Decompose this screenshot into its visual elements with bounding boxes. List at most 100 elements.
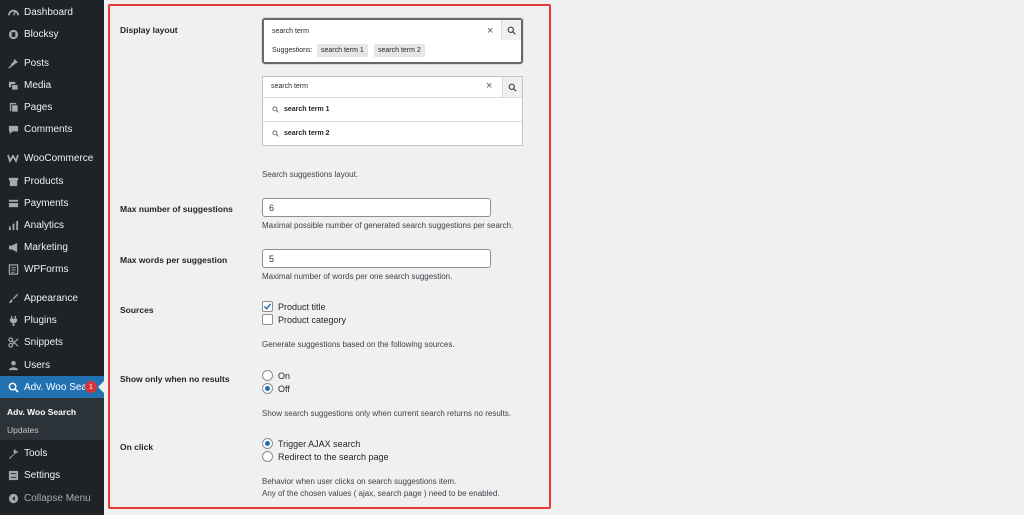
suggestion-text: search term 2 xyxy=(284,130,330,137)
products-icon xyxy=(6,174,20,188)
no-results-off-radio[interactable]: Off xyxy=(262,383,290,394)
snippets-icon xyxy=(6,335,20,349)
sidebar-item-label: Media xyxy=(24,79,52,91)
search-icon xyxy=(508,83,517,92)
collapse-menu-button[interactable]: Collapse Menu xyxy=(0,487,104,509)
search-icon xyxy=(6,380,20,394)
sidebar-item-media[interactable]: Media xyxy=(0,74,104,96)
max-suggestions-label: Max number of suggestions xyxy=(120,204,233,214)
sidebar-item-label: Appearance xyxy=(24,292,78,304)
sidebar-item-snippets[interactable]: Snippets xyxy=(0,331,104,353)
radio-selected[interactable] xyxy=(262,383,273,394)
search-icon xyxy=(507,26,516,35)
layout-option-dropdown-list[interactable]: search term × search term 1 search term … xyxy=(262,76,523,146)
sidebar-item-label: Analytics xyxy=(24,219,65,231)
suggestion-list-item: search term 2 xyxy=(263,121,522,145)
sidebar-item-posts[interactable]: Posts xyxy=(0,52,104,74)
max-suggestions-input[interactable] xyxy=(262,198,491,217)
sidebar-item-label: Tools xyxy=(24,447,48,459)
sidebar-item-plugins[interactable]: Plugins xyxy=(0,309,104,331)
suggestion-list-item: search term 1 xyxy=(263,97,522,121)
on-click-description-line1: Behavior when user clicks on search sugg… xyxy=(262,477,457,486)
sidebar-item-appearance[interactable]: Appearance xyxy=(0,287,104,309)
on-click-label: On click xyxy=(120,442,154,452)
plugin-icon xyxy=(6,313,20,327)
radio-unselected[interactable] xyxy=(262,370,273,381)
sidebar-item-label: Collapse Menu xyxy=(24,492,91,504)
sources-label: Sources xyxy=(120,305,154,315)
sidebar-item-products[interactable]: Products xyxy=(0,170,104,192)
sidebar-item-label: Users xyxy=(24,359,51,371)
media-icon xyxy=(6,78,20,92)
megaphone-icon xyxy=(6,240,20,254)
on-click-ajax-radio[interactable]: Trigger AJAX search xyxy=(262,438,360,449)
settings-icon xyxy=(6,468,20,482)
pages-icon xyxy=(6,100,20,114)
preview-search-input: search term xyxy=(272,28,309,35)
sidebar-item-label: Products xyxy=(24,175,64,187)
submenu-item-adv-woo-search[interactable]: Adv. Woo Search xyxy=(7,407,76,417)
clear-icon: × xyxy=(487,25,494,37)
radio-selected[interactable] xyxy=(262,438,273,449)
sidebar-item-label: Blocksy xyxy=(24,28,59,40)
submenu-item-updates[interactable]: Updates xyxy=(7,425,39,435)
sidebar-item-woocommerce[interactable]: WooCommerce xyxy=(0,147,104,169)
sidebar-item-users[interactable]: Users xyxy=(0,354,104,376)
sidebar-item-marketing[interactable]: Marketing xyxy=(0,236,104,258)
no-results-on-radio[interactable]: On xyxy=(262,370,290,381)
dashboard-icon xyxy=(6,5,20,19)
sidebar-item-settings[interactable]: Settings xyxy=(0,464,104,486)
on-click-description-line2: Any of the chosen values ( ajax, search … xyxy=(262,489,500,498)
sidebar-item-wpforms[interactable]: WPForms xyxy=(0,258,104,280)
analytics-icon xyxy=(6,218,20,232)
sidebar-item-tools[interactable]: Tools xyxy=(0,442,104,464)
wpforms-icon xyxy=(6,262,20,276)
preview-search-input: search term xyxy=(271,83,308,90)
checkmark-icon xyxy=(263,303,272,310)
checkbox-unchecked[interactable] xyxy=(262,314,273,325)
sidebar-item-blocksy[interactable]: Blocksy xyxy=(0,23,104,45)
sidebar-item-label: Snippets xyxy=(24,336,63,348)
wrench-icon xyxy=(6,446,20,460)
suggestion-chip: search term 1 xyxy=(317,44,368,57)
clear-icon: × xyxy=(486,80,493,92)
sidebar-item-label: Posts xyxy=(24,57,50,69)
sidebar-item-comments[interactable]: Comments xyxy=(0,118,104,140)
sidebar-item-label: Comments xyxy=(24,123,73,135)
radio-label: Trigger AJAX search xyxy=(278,438,361,449)
radio-label: Redirect to the search page xyxy=(278,451,389,462)
blocksy-icon xyxy=(6,27,20,41)
sidebar-item-adv-woo-search[interactable]: Adv. Woo Searc 1 xyxy=(0,376,104,398)
layout-option-inline-chips[interactable]: search term × Suggestions: search term 1… xyxy=(262,18,523,64)
radio-label: Off xyxy=(278,383,290,394)
users-icon xyxy=(6,358,20,372)
show-only-no-results-description: Show search suggestions only when curren… xyxy=(262,409,512,418)
suggestion-text: search term 1 xyxy=(284,106,330,113)
sidebar-item-pages[interactable]: Pages xyxy=(0,96,104,118)
search-icon xyxy=(272,130,279,137)
search-icon xyxy=(272,106,279,113)
sidebar-item-dashboard[interactable]: Dashboard xyxy=(0,1,104,23)
max-words-input[interactable] xyxy=(262,249,491,268)
radio-unselected[interactable] xyxy=(262,451,273,462)
pushpin-icon xyxy=(6,56,20,70)
max-suggestions-description: Maximal possible number of generated sea… xyxy=(262,221,514,230)
sidebar-item-label: WPForms xyxy=(24,263,69,275)
suggestions-label: Suggestions: xyxy=(272,47,313,54)
checkbox-checked[interactable] xyxy=(262,301,273,312)
radio-label: On xyxy=(278,370,291,381)
sidebar-item-analytics[interactable]: Analytics xyxy=(0,214,104,236)
preview-search-button xyxy=(502,77,522,97)
admin-sidebar: Dashboard Blocksy Posts Media Pages Comm… xyxy=(0,0,104,515)
paintbrush-icon xyxy=(6,291,20,305)
checkbox-label: Product title xyxy=(278,301,326,312)
source-product-category-checkbox[interactable]: Product category xyxy=(262,314,346,325)
max-words-label: Max words per suggestion xyxy=(120,255,228,265)
source-product-title-checkbox[interactable]: Product title xyxy=(262,301,326,312)
sidebar-item-label: Payments xyxy=(24,197,69,209)
max-words-description: Maximal number of words per one search s… xyxy=(262,272,453,281)
on-click-redirect-radio[interactable]: Redirect to the search page xyxy=(262,451,389,462)
sources-description: Generate suggestions based on the follow… xyxy=(262,340,455,349)
collapse-icon xyxy=(6,491,20,505)
sidebar-item-payments[interactable]: Payments xyxy=(0,192,104,214)
